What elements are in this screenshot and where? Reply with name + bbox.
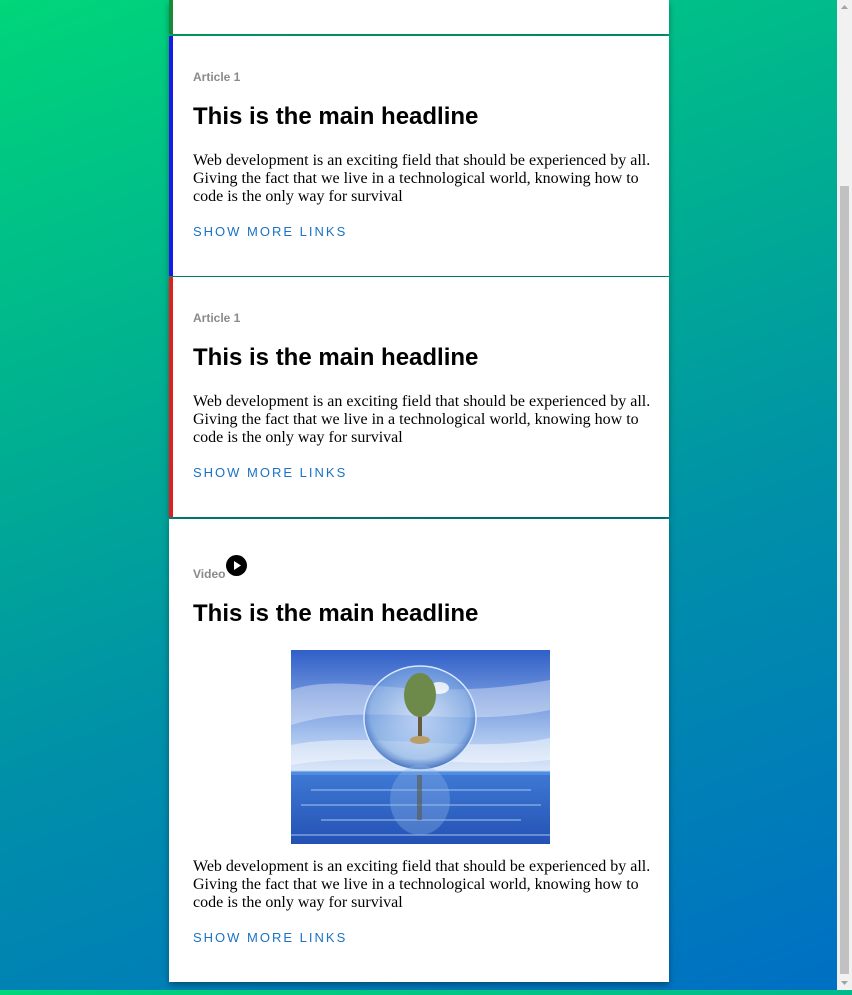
vertical-scrollbar[interactable] bbox=[837, 0, 852, 990]
article-headline: This is the main headline bbox=[193, 103, 479, 130]
card-accent-green bbox=[169, 0, 173, 34]
show-more-links-link[interactable]: SHOW MORE LINKS bbox=[193, 930, 347, 945]
video-thumbnail-image[interactable] bbox=[291, 650, 550, 844]
article-body: Web development is an exciting field tha… bbox=[193, 152, 651, 205]
scroll-up-arrow-icon[interactable] bbox=[837, 0, 852, 15]
show-more-links-link[interactable]: SHOW MORE LINKS bbox=[193, 465, 347, 480]
video-headline: This is the main headline bbox=[193, 600, 479, 627]
card-accent-blue bbox=[169, 36, 173, 276]
video-kicker: Video bbox=[193, 567, 226, 581]
article-card: Article 1 This is the main headline Web … bbox=[169, 277, 669, 517]
card-accent-red bbox=[169, 277, 173, 517]
article-kicker: Article 1 bbox=[193, 311, 241, 325]
video-card: Video This is the main headline Web deve… bbox=[169, 519, 669, 982]
previous-card bbox=[169, 0, 669, 34]
article-feed: Article 1 This is the main headline Web … bbox=[169, 0, 669, 982]
article-headline: This is the main headline bbox=[193, 344, 479, 371]
scroll-down-arrow-icon[interactable] bbox=[837, 975, 852, 990]
show-more-links-link[interactable]: SHOW MORE LINKS bbox=[193, 224, 347, 239]
play-icon[interactable] bbox=[226, 555, 247, 576]
scrollbar-thumb[interactable] bbox=[840, 186, 849, 974]
article-body: Web development is an exciting field tha… bbox=[193, 393, 651, 446]
article-kicker: Article 1 bbox=[193, 70, 241, 84]
card-accent-white bbox=[169, 519, 173, 982]
article-card: Article 1 This is the main headline Web … bbox=[169, 36, 669, 276]
video-body: Web development is an exciting field tha… bbox=[193, 858, 651, 911]
